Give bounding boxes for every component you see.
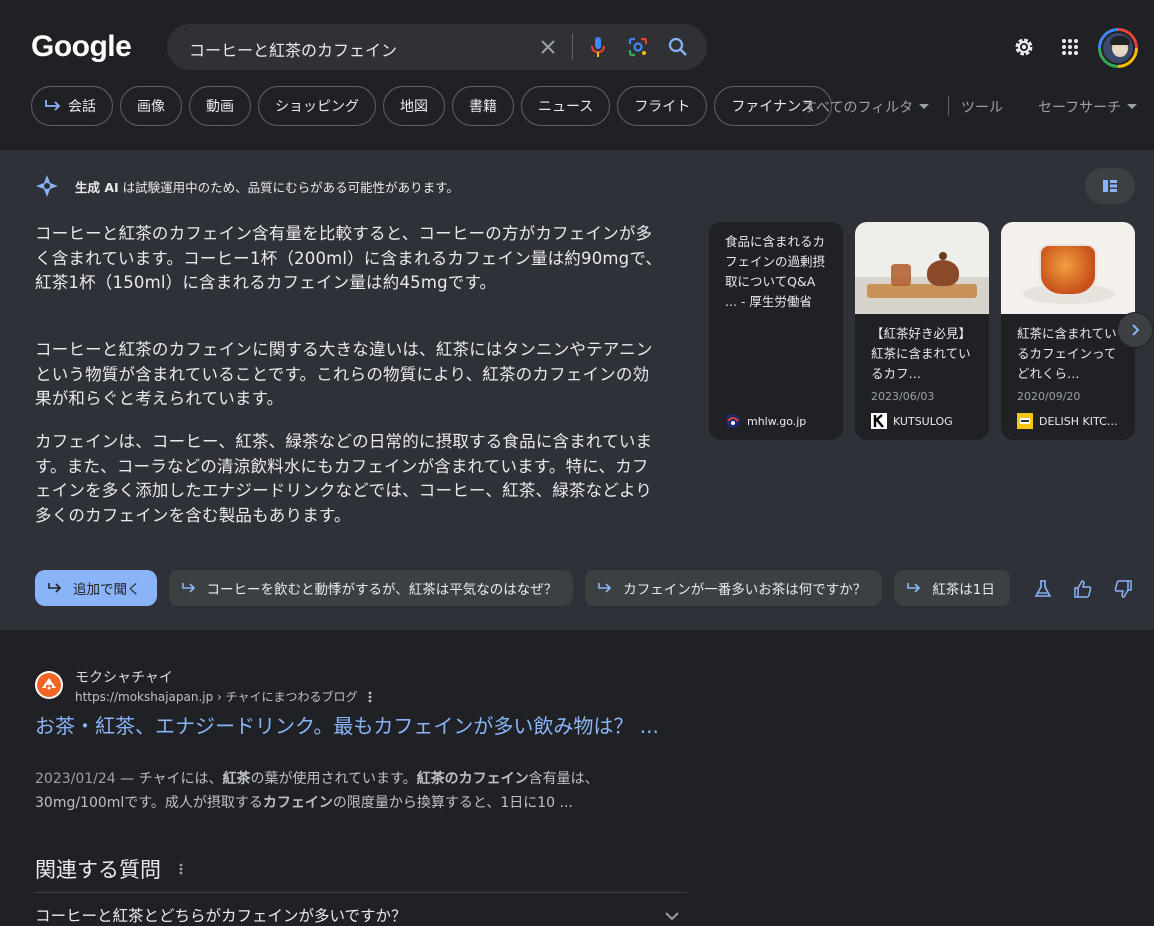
delish-kitchen-favicon-icon (1017, 413, 1033, 429)
follow-up-questions: 追加で聞く コーヒーを飲むと動悸がするが、紅茶は平気なのはなぜ？ カフェインが一… (35, 570, 1010, 606)
kutsulog-favicon-icon (871, 413, 887, 429)
mic-icon[interactable] (586, 35, 610, 59)
ai-paragraph: カフェインは、コーヒー、紅茶、緑茶などの日常的に摂取する食品に含まれています。ま… (35, 432, 653, 525)
site-favicon (35, 671, 63, 699)
more-vert-icon[interactable] (179, 863, 183, 875)
all-filters-button[interactable]: すべてのフィルタ (803, 97, 930, 117)
search-input[interactable]: コーヒーと紅茶のカフェイン (189, 37, 397, 61)
chip-images[interactable]: 画像 (120, 86, 182, 126)
follow-up-chip[interactable]: 紅茶は1日 (894, 570, 1010, 606)
source-cards: 食品に含まれるカフェインの過剰摂取についてQ&A ... - 厚生労働省 mhl… (709, 222, 1135, 440)
card-source: DELISH KITC… (1017, 413, 1118, 429)
result-site-name[interactable]: モクシャチャイ (75, 667, 173, 687)
google-logo[interactable]: Google (31, 30, 132, 64)
search-icon[interactable] (666, 35, 690, 59)
chip-flights[interactable]: フライト (617, 86, 708, 126)
tools-button[interactable]: ツール (961, 97, 1003, 117)
source-card[interactable]: 紅茶に含まれているカフェインってどれくら… 2020/09/20 DELISH … (1001, 222, 1135, 440)
source-card[interactable]: 【紅茶好き必見】紅茶に含まれているカフ… 2023/06/03 KUTSULOG (855, 222, 989, 440)
result-url[interactable]: https://mokshajapan.jp › チャイにまつわるブログ (75, 688, 372, 705)
card-date: 2023/06/03 (871, 390, 935, 403)
avatar[interactable] (1098, 28, 1138, 68)
chip-videos[interactable]: 動画 (189, 86, 251, 126)
chip-shopping[interactable]: ショッピング (258, 86, 376, 126)
reply-arrow-icon (181, 583, 195, 593)
result-snippet: 2023/01/24 — チャイには、紅茶の葉が使用されています。紅茶のカフェイ… (35, 771, 599, 811)
related-question[interactable]: コーヒーと紅茶とどちらがカフェインが多いですか？ (35, 904, 407, 926)
safesearch-button[interactable]: セーフサーチ (1038, 97, 1138, 117)
close-icon[interactable] (536, 35, 560, 59)
reply-arrow-icon (598, 583, 612, 593)
search-chips: 会話 画像 動画 ショッピング 地図 書籍 ニュース フライト ファイナンス (31, 86, 832, 126)
reply-arrow-icon (48, 583, 62, 593)
card-title: 【紅茶好き必見】紅茶に含まれているカフ… (871, 326, 972, 381)
card-source: mhlw.go.jp (725, 413, 806, 429)
layout-toggle-button[interactable] (1085, 168, 1135, 204)
reply-arrow-icon (45, 100, 61, 111)
result-date: 2023/01/24 (35, 771, 116, 787)
all-filters-label: すべてのフィルタ (803, 100, 914, 116)
follow-up-chip[interactable]: カフェインが一番多いお茶は何ですか？ (585, 570, 883, 606)
chip-books[interactable]: 書籍 (452, 86, 514, 126)
divider (35, 892, 687, 893)
ai-paragraph: コーヒーと紅茶のカフェインに関する大きな違いは、紅茶にはタンニンやテアニンという… (35, 340, 653, 408)
thumbs-down-icon[interactable] (1112, 578, 1134, 600)
labs-flask-icon[interactable] (1032, 578, 1054, 600)
card-thumbnail (1001, 222, 1135, 314)
card-title: 食品に含まれるカフェインの過剰摂取についてQ&A ... - 厚生労働省 (725, 234, 826, 309)
follow-up-chip[interactable]: コーヒーを飲むと動悸がするが、紅茶は平気なのはなぜ？ (168, 570, 574, 606)
card-title: 紅茶に含まれているカフェインってどれくら… (1017, 326, 1117, 381)
tools-divider (948, 96, 949, 116)
safesearch-label: セーフサーチ (1038, 100, 1122, 116)
lens-icon[interactable] (626, 35, 650, 59)
settings-icon[interactable] (1011, 34, 1037, 60)
chevron-down-icon[interactable] (665, 906, 679, 925)
chip-conversation[interactable]: 会話 (31, 86, 113, 126)
moksha-chai-logo-icon (37, 673, 61, 697)
ai-paragraph: コーヒーと紅茶のカフェイン含有量を比較すると、コーヒーの方がカフェインが多く含ま… (35, 224, 663, 292)
chevron-right-icon (1132, 324, 1140, 336)
caret-down-icon (919, 104, 930, 109)
layout-icon (1103, 180, 1117, 192)
chip-label: 会話 (68, 99, 96, 115)
source-card[interactable]: 食品に含まれるカフェインの過剰摂取についてQ&A ... - 厚生労働省 mhl… (709, 222, 843, 440)
reply-arrow-icon (907, 583, 921, 593)
header: Google コーヒーと紅茶のカフェイン 会話 画像 動画 ショッピング 地図 … (0, 0, 1154, 150)
related-questions-heading: 関連する質問 (35, 854, 183, 884)
more-vert-icon[interactable] (368, 691, 372, 703)
caret-down-icon (1127, 104, 1138, 109)
mhlw-favicon-icon (726, 414, 740, 428)
gemini-sparkle-icon (35, 174, 59, 202)
ai-overview: 生成 AI は試験運用中のため、品質にむらがある可能性があります。 コーヒーと紅… (0, 150, 1154, 630)
result-url-text: https://mokshajapan.jp › チャイにまつわるブログ (75, 690, 358, 704)
cards-next-button[interactable] (1117, 312, 1153, 348)
apps-icon[interactable] (1057, 34, 1083, 60)
ask-follow-up-button[interactable]: 追加で聞く (35, 570, 157, 606)
search-box[interactable]: コーヒーと紅茶のカフェイン (167, 24, 707, 70)
card-thumbnail (855, 222, 989, 314)
card-source: KUTSULOG (871, 413, 953, 429)
thumbs-up-icon[interactable] (1072, 578, 1094, 600)
chip-news[interactable]: ニュース (521, 86, 611, 126)
result-title-link[interactable]: お茶・紅茶、エナジードリンク。最もカフェインが多い飲み物は？ ... (35, 712, 675, 740)
search-divider (572, 34, 573, 60)
ai-disclaimer: 生成 AI は試験運用中のため、品質にむらがある可能性があります。 (75, 180, 459, 195)
chip-maps[interactable]: 地図 (383, 86, 445, 126)
card-date: 2020/09/20 (1017, 390, 1081, 403)
